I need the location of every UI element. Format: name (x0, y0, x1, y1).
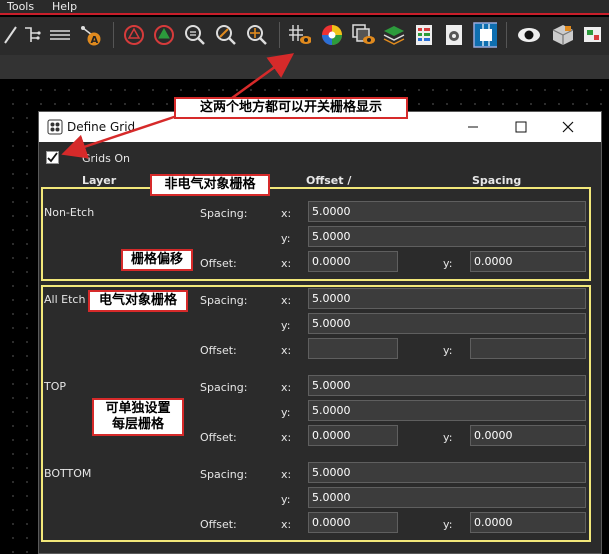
offset-header: Offset / (306, 174, 352, 187)
non-electrical-grid-annotation: 非电气对象栅格 (150, 174, 270, 196)
maximize-button[interactable] (509, 116, 533, 138)
dialog-content: Grids On Layer Offset / Spacing Non-Etch… (39, 142, 601, 553)
grid-toggle-annotation: 这两个地方都可以开关栅格显示 (174, 97, 408, 119)
stack-icon[interactable] (382, 22, 406, 48)
zoom-target-icon[interactable] (245, 22, 269, 48)
settings-icon[interactable] (442, 22, 466, 48)
text-a-icon[interactable]: A (80, 22, 104, 48)
close-button[interactable] (556, 116, 580, 138)
toolbar-separator (279, 22, 280, 48)
grid-toggle-icon[interactable] (287, 22, 311, 48)
zoom-in-icon[interactable] (214, 22, 238, 48)
app-icon (47, 119, 63, 138)
menu-bar: Tools Help (0, 0, 609, 15)
toolbar-separator (113, 22, 114, 48)
zoom-fit-icon[interactable] (183, 22, 207, 48)
menu-tools[interactable]: Tools (7, 0, 34, 13)
menu-help[interactable]: Help (52, 0, 77, 13)
drc-icon[interactable] (122, 22, 146, 48)
per-layer-line-1: 可单独设置 (105, 401, 171, 416)
3d-view-icon[interactable] (551, 22, 575, 48)
chip-icon[interactable] (473, 22, 497, 48)
svg-text:A: A (91, 35, 99, 46)
layers-icon[interactable] (351, 22, 375, 48)
extra-icon[interactable] (581, 22, 605, 48)
per-layer-annotation: 可单独设置 每层栅格 (92, 398, 184, 436)
color-icon[interactable] (320, 22, 344, 48)
define-grid-dialog: Define Grid Grids On Layer Offset / Spac… (38, 111, 602, 554)
grids-on-label: Grids On (82, 152, 130, 165)
grids-on-checkbox[interactable] (46, 151, 59, 164)
dialog-title: Define Grid (67, 120, 136, 134)
table-icon[interactable] (412, 22, 436, 48)
spacing-header: Spacing (472, 174, 522, 187)
per-layer-line-2: 每层栅格 (111, 417, 164, 432)
list-icon[interactable] (48, 22, 72, 48)
electrical-grid-annotation: 电气对象栅格 (88, 290, 188, 312)
toolbar-separator (506, 22, 507, 48)
grid-offset-annotation: 栅格偏移 (121, 249, 193, 271)
eye-icon[interactable] (516, 22, 540, 48)
toolbar-lower (0, 55, 609, 79)
layer-header: Layer (82, 174, 117, 187)
drc-green-icon[interactable] (152, 22, 176, 48)
minimize-button[interactable] (461, 116, 485, 138)
connect-icon[interactable] (20, 22, 44, 48)
